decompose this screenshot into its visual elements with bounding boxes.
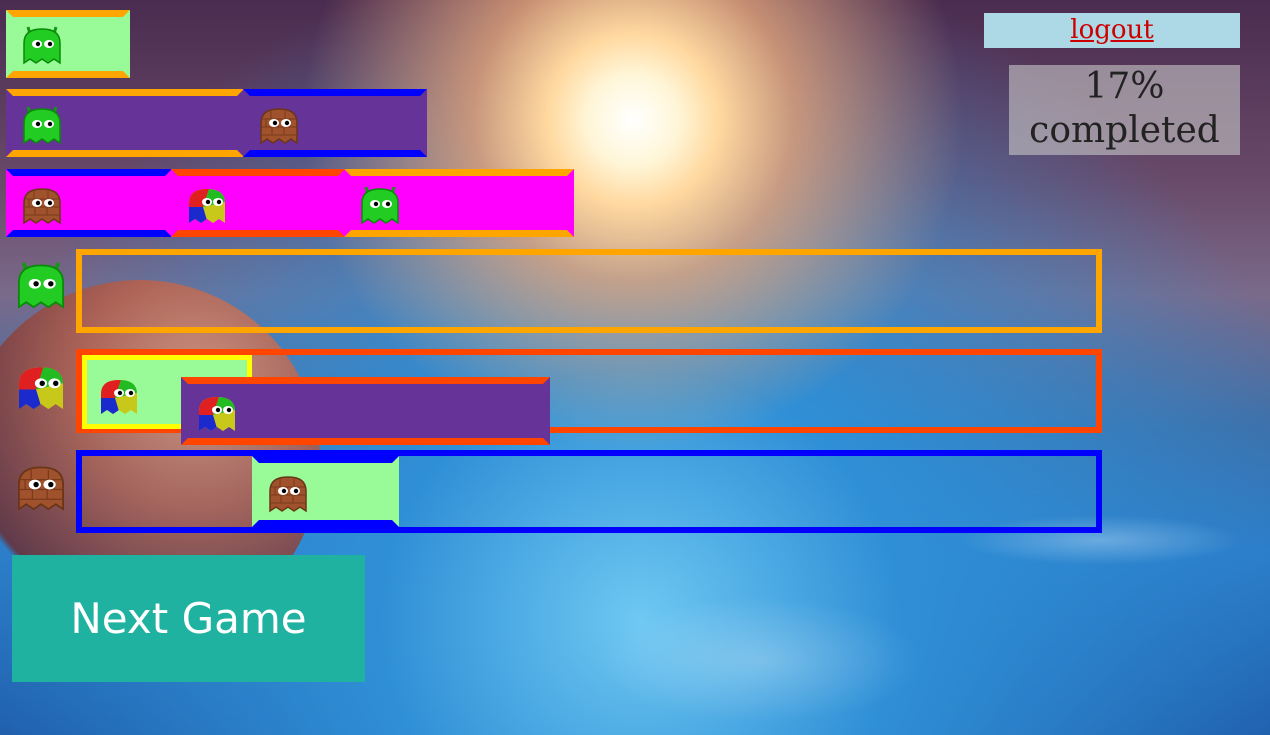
- logout-link[interactable]: logout: [984, 13, 1240, 48]
- tile-green-alien-magenta[interactable]: [344, 169, 574, 237]
- green-alien-ghost-icon: [14, 258, 68, 312]
- brick-ghost-icon: [20, 183, 64, 227]
- drop-zone-blue[interactable]: [76, 450, 1102, 533]
- placed-tile-brick-green[interactable]: [252, 456, 399, 527]
- tricolor-ghost-icon: [14, 360, 68, 414]
- tile-green-alien[interactable]: [6, 10, 130, 78]
- brick-ghost-icon: [14, 460, 68, 514]
- next-game-button[interactable]: Next Game: [12, 555, 365, 682]
- tile-green-alien-purple[interactable]: [6, 89, 244, 157]
- progress-text: completed: [1029, 110, 1220, 151]
- tile-brick-purple[interactable]: [243, 89, 427, 157]
- green-alien-ghost-icon: [20, 23, 64, 67]
- green-alien-ghost-icon: [358, 183, 402, 227]
- tricolor-ghost-icon: [185, 183, 229, 227]
- tricolor-ghost-icon: [195, 391, 239, 435]
- brick-ghost-icon: [257, 103, 301, 147]
- drop-zone-orange[interactable]: [76, 249, 1102, 333]
- brick-ghost-icon: [266, 471, 310, 515]
- green-alien-ghost-icon: [20, 103, 64, 147]
- progress-percent: 17%: [1084, 66, 1165, 107]
- tile-tricolor-magenta[interactable]: [171, 169, 345, 237]
- dragged-tile-tricolor-purple[interactable]: [181, 377, 550, 445]
- progress-indicator: 17% completed: [1009, 65, 1240, 155]
- tricolor-ghost-icon: [97, 374, 141, 418]
- tile-brick-magenta[interactable]: [6, 169, 172, 237]
